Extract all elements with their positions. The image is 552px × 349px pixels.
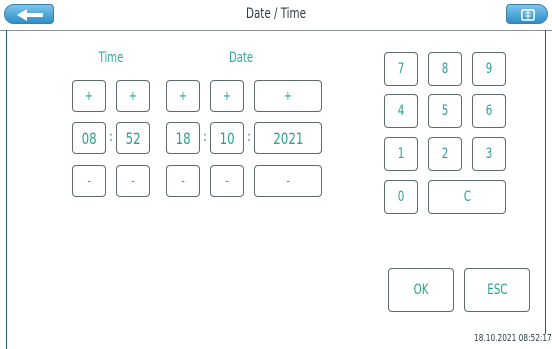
minute-plus-button[interactable]: + <box>116 80 150 112</box>
hour-value[interactable]: 08 <box>72 122 106 154</box>
month-plus-button[interactable]: + <box>210 80 244 112</box>
key-7-button[interactable]: 7 <box>384 52 418 86</box>
status-datetime: 18.10.2021 08:52:17 <box>474 333 552 344</box>
year-plus-button[interactable]: + <box>254 80 322 112</box>
year-minus-button[interactable]: - <box>254 165 322 197</box>
key-2-button[interactable]: 2 <box>428 137 462 171</box>
key-9-button[interactable]: 9 <box>472 52 506 86</box>
time-separator: : <box>108 129 114 145</box>
day-value[interactable]: 18 <box>166 122 200 154</box>
back-button[interactable] <box>4 4 54 24</box>
date-separator-2: : <box>246 129 252 145</box>
date-separator-1: : <box>202 129 208 145</box>
clear-button[interactable]: C <box>428 180 506 214</box>
month-minus-button[interactable]: - <box>210 165 244 197</box>
keyboard-icon <box>521 9 535 21</box>
key-1-button[interactable]: 1 <box>384 137 418 171</box>
page-title: Date / Time <box>246 6 306 22</box>
year-value[interactable]: 2021 <box>254 122 322 154</box>
ok-button[interactable]: OK <box>388 268 454 312</box>
day-plus-button[interactable]: + <box>166 80 200 112</box>
month-value[interactable]: 10 <box>210 122 244 154</box>
back-arrow-icon <box>17 9 43 21</box>
hour-minus-button[interactable]: - <box>72 165 106 197</box>
key-6-button[interactable]: 6 <box>472 94 506 128</box>
key-3-button[interactable]: 3 <box>472 137 506 171</box>
minute-minus-button[interactable]: - <box>116 165 150 197</box>
frame-right-edge <box>545 30 546 334</box>
key-5-button[interactable]: 5 <box>428 94 462 128</box>
minute-value[interactable]: 52 <box>116 122 150 154</box>
key-0-button[interactable]: 0 <box>384 180 418 214</box>
key-8-button[interactable]: 8 <box>428 52 462 86</box>
time-label: Time <box>98 50 124 66</box>
esc-button[interactable]: ESC <box>464 268 530 312</box>
keyboard-button[interactable] <box>506 4 548 24</box>
title-bar: Date / Time <box>0 0 552 31</box>
frame-left-edge <box>6 30 7 349</box>
day-minus-button[interactable]: - <box>166 165 200 197</box>
key-4-button[interactable]: 4 <box>384 94 418 128</box>
hour-plus-button[interactable]: + <box>72 80 106 112</box>
date-label: Date <box>228 50 254 66</box>
